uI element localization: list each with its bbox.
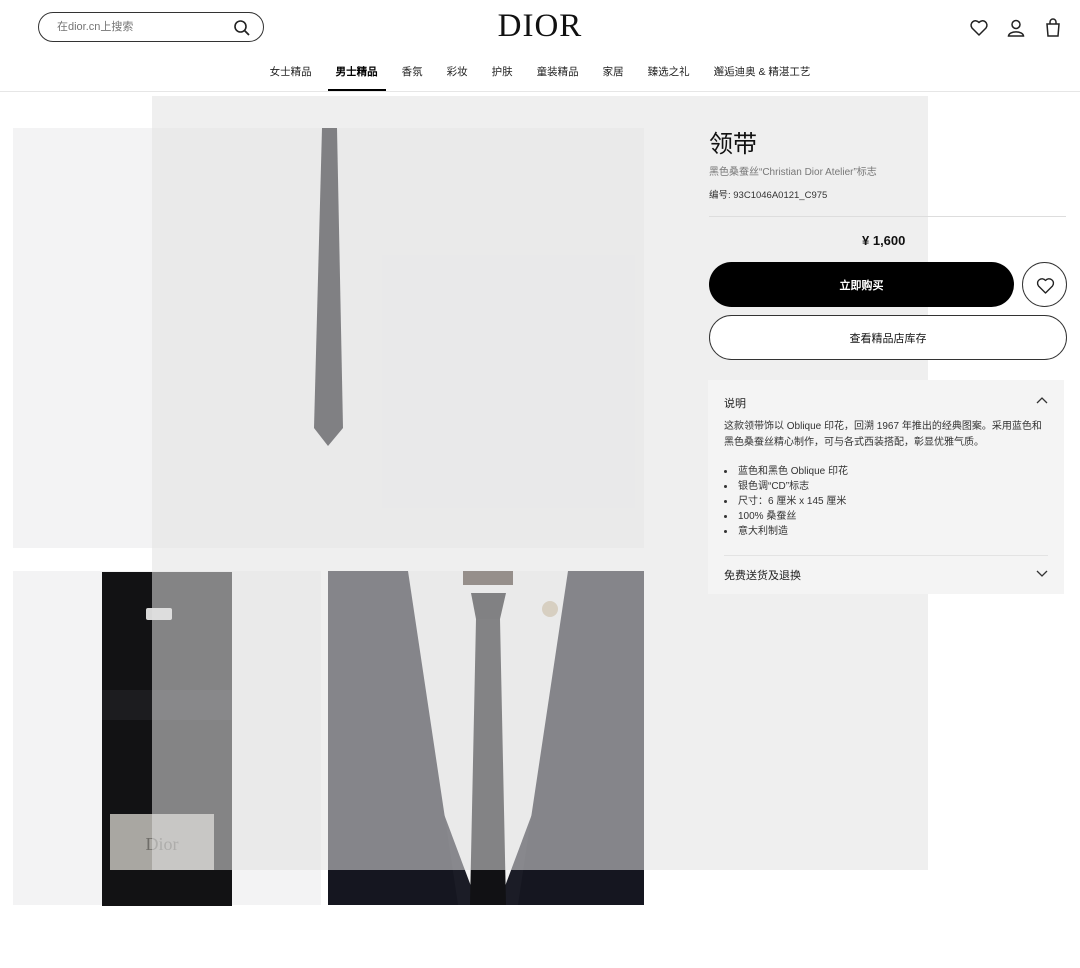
brand-logo[interactable]: DIOR — [0, 8, 1080, 45]
description-text: 这款领带饰以 Oblique 印花，回溯 1967 年推出的经典图案。采用蓝色和… — [724, 421, 1042, 448]
product-price: ¥ 1,600 — [862, 233, 906, 248]
header-divider — [0, 91, 1080, 92]
description-heading[interactable]: 说明 — [724, 395, 746, 411]
description-bullet: 意大利制造 — [736, 524, 848, 539]
description-panel: 说明 这款领带饰以 Oblique 印花，回溯 1967 年推出的经典图案。采用… — [708, 380, 1064, 594]
product-subtitle: 黑色桑蚕丝“Christian Dior Atelier”标志 — [709, 167, 877, 178]
chevron-up-icon[interactable] — [1036, 396, 1048, 406]
description-bullet: 100% 桑蚕丝 — [736, 509, 848, 524]
buy-now-button[interactable]: 立即购买 — [709, 262, 1014, 307]
nav-item-7[interactable]: 臻选之礼 — [648, 64, 690, 91]
description-bullet: 蓝色和黑色 Oblique 印花 — [736, 464, 848, 479]
heart-icon — [1036, 278, 1055, 294]
bag-icon[interactable] — [1042, 17, 1064, 39]
product-ref: 编号: 93C1046A0121_C975 — [709, 190, 828, 201]
chevron-down-icon[interactable] — [1036, 568, 1048, 578]
heart-icon[interactable] — [968, 17, 990, 39]
nav-item-0[interactable]: 女士精品 — [270, 64, 312, 91]
description-bullet: 尺寸：6 厘米 x 145 厘米 — [736, 494, 848, 509]
shipping-heading[interactable]: 免费送货及退换 — [724, 567, 801, 583]
description-bullets: 蓝色和黑色 Oblique 印花银色调“CD”标志尺寸：6 厘米 x 145 厘… — [724, 464, 848, 539]
description-divider — [724, 555, 1048, 556]
nav-item-2[interactable]: 香氛 — [402, 64, 423, 91]
user-icon[interactable] — [1005, 17, 1027, 39]
nav-item-8[interactable]: 邂逅迪奥 & 精湛工艺 — [714, 64, 811, 91]
info-divider — [709, 216, 1066, 217]
main-nav: 女士精品 男士精品 香氛 彩妆 护肤 童装精品 家居 臻选之礼 邂逅迪奥 & 精湛工艺 — [0, 64, 1080, 91]
nav-item-4[interactable]: 护肤 — [492, 64, 513, 91]
store-stock-button[interactable]: 查看精品店库存 — [709, 315, 1067, 360]
nav-item-5[interactable]: 童装精品 — [537, 64, 579, 91]
nav-item-3[interactable]: 彩妆 — [447, 64, 468, 91]
nav-item-6[interactable]: 家居 — [603, 64, 624, 91]
nav-item-1[interactable]: 男士精品 — [327, 64, 386, 91]
wishlist-button[interactable] — [1022, 262, 1067, 307]
description-bullet: 银色调“CD”标志 — [736, 479, 848, 494]
product-title: 领带 — [709, 131, 757, 158]
